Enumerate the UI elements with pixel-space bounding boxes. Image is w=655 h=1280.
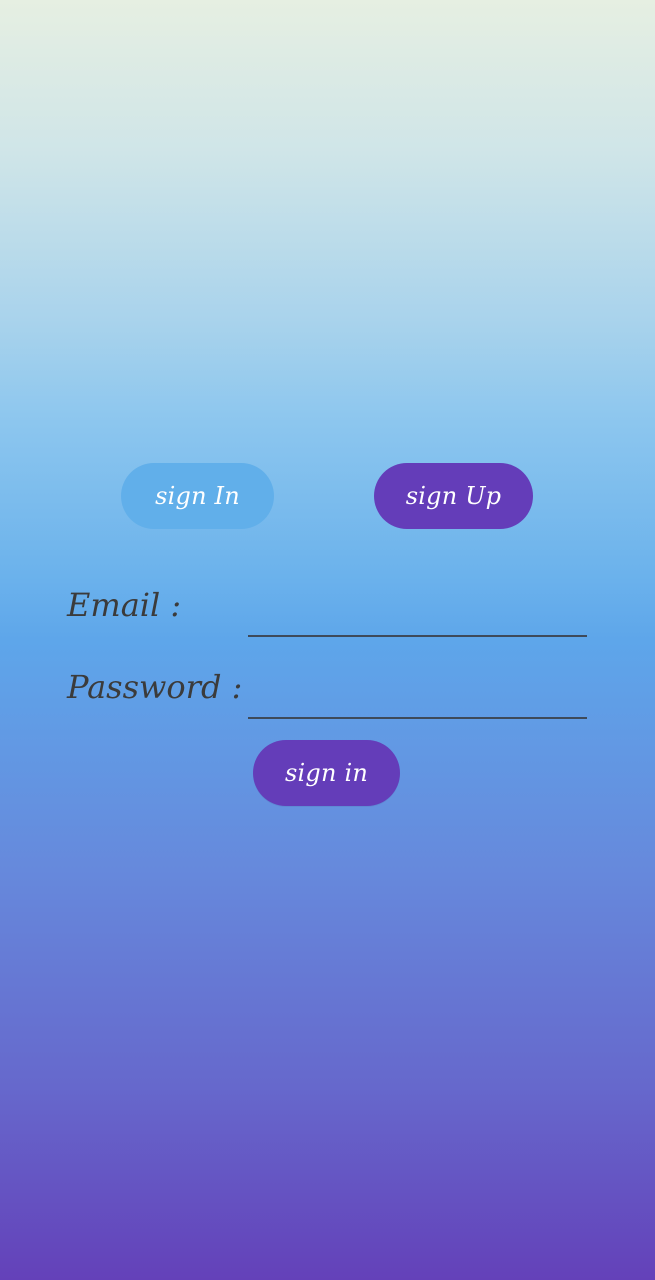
tab-sign-up[interactable]: sign Up <box>374 463 533 529</box>
tab-sign-in[interactable]: sign In <box>121 463 274 529</box>
email-field[interactable] <box>248 597 587 637</box>
password-field[interactable] <box>248 679 587 719</box>
email-label: Email : <box>67 586 182 624</box>
password-label: Password : <box>67 668 243 706</box>
login-screen: sign In sign Up Email : Password : sign … <box>0 0 655 1280</box>
sign-in-button[interactable]: sign in <box>253 740 400 806</box>
